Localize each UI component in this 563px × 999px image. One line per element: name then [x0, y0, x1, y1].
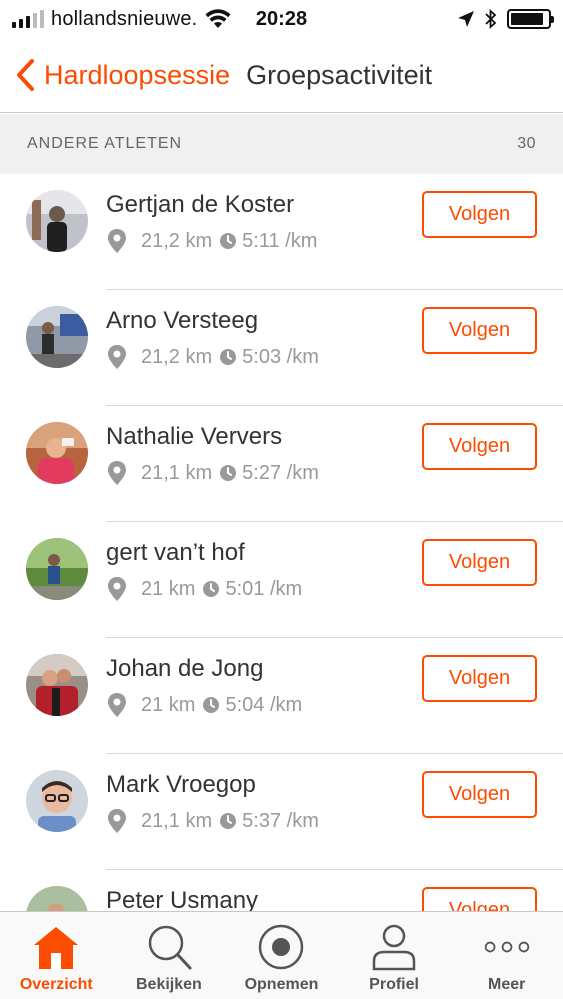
athlete-row[interactable]: Gertjan de Koster 21,2 km 5:11 /km Volge…: [0, 174, 563, 290]
stopwatch-icon: [220, 349, 237, 365]
back-button[interactable]: Hardloopsessie: [14, 58, 230, 92]
pace-value: 5:04 /km: [225, 693, 303, 716]
athlete-name[interactable]: Mark Vroegop: [106, 771, 256, 799]
location-pin-icon: [108, 229, 126, 253]
avatar[interactable]: [26, 886, 88, 911]
athlete-row[interactable]: Arno Versteeg 21,2 km 5:03 /km Volgen: [0, 290, 563, 406]
profile-icon: [370, 923, 418, 971]
athlete-row[interactable]: gert van’t hof 21 km 5:01 /km Volgen: [0, 522, 563, 638]
section-header: ANDERE ATLETEN 30: [0, 114, 563, 174]
athlete-stats: 21,2 km 5:03 /km: [106, 344, 319, 370]
location-pin-icon: [108, 461, 126, 485]
tab-bekijken[interactable]: Bekijken: [113, 912, 226, 999]
tab-bar: Overzicht Bekijken Opnemen Profiel Meer: [0, 911, 563, 999]
location-pin-icon: [108, 577, 126, 601]
location-arrow-icon: [458, 11, 474, 27]
bluetooth-icon: [485, 9, 497, 29]
wifi-icon: [205, 9, 231, 28]
more-icon: [483, 923, 531, 971]
athlete-stats: 21,1 km 5:37 /km: [106, 808, 319, 834]
tab-meer[interactable]: Meer: [450, 912, 563, 999]
page-title: Groepsactiviteit: [246, 59, 433, 90]
back-label: Hardloopsessie: [44, 59, 231, 90]
stopwatch-icon: [203, 697, 220, 713]
tab-label: Bekijken: [135, 976, 202, 993]
athlete-name[interactable]: Nathalie Ververs: [106, 423, 282, 451]
athlete-name[interactable]: Johan de Jong: [106, 655, 263, 683]
tab-label: Profiel: [369, 976, 419, 993]
distance-value: 21 km: [141, 693, 196, 716]
athlete-stats: 21 km 5:01 /km: [106, 576, 302, 602]
avatar[interactable]: [26, 538, 88, 600]
stopwatch-icon: [220, 233, 237, 249]
follow-button[interactable]: Volgen: [422, 191, 537, 238]
athlete-stats: 21,2 km 5:11 /km: [106, 228, 317, 254]
chevron-left-icon: [17, 59, 34, 91]
tab-label: Meer: [487, 976, 526, 993]
status-bar: hollandsnieuwe. 20:28: [0, 0, 563, 38]
avatar[interactable]: [26, 306, 88, 368]
follow-button[interactable]: Volgen: [422, 771, 537, 818]
search-icon: [145, 923, 193, 971]
athlete-name[interactable]: Gertjan de Koster: [106, 191, 294, 219]
follow-button[interactable]: Volgen: [422, 539, 537, 586]
athlete-row[interactable]: Johan de Jong 21 km 5:04 /km Volgen: [0, 638, 563, 754]
distance-value: 21,2 km: [141, 345, 213, 368]
location-pin-icon: [108, 809, 126, 833]
athlete-stats: 21,1 km 5:27 /km: [106, 460, 319, 486]
tab-profiel[interactable]: Profiel: [338, 912, 451, 999]
distance-value: 21,2 km: [141, 229, 213, 252]
record-icon: [257, 923, 305, 971]
stopwatch-icon: [220, 813, 237, 829]
follow-button[interactable]: Volgen: [422, 887, 537, 911]
tab-opnemen[interactable]: Opnemen: [225, 912, 338, 999]
distance-value: 21,1 km: [141, 809, 213, 832]
athlete-name[interactable]: Arno Versteeg: [106, 307, 258, 335]
follow-button[interactable]: Volgen: [422, 423, 537, 470]
pace-value: 5:01 /km: [225, 577, 303, 600]
avatar[interactable]: [26, 422, 88, 484]
follow-button[interactable]: Volgen: [422, 655, 537, 702]
navigation-bar: Hardloopsessie Groepsactiviteit: [0, 38, 563, 113]
stopwatch-icon: [220, 465, 237, 481]
pace-value: 5:37 /km: [242, 809, 319, 832]
home-icon: [32, 923, 80, 971]
location-pin-icon: [108, 693, 126, 717]
stopwatch-icon: [203, 581, 220, 597]
signal-strength-icon: [12, 10, 44, 28]
athlete-name[interactable]: gert van’t hof: [106, 539, 245, 567]
distance-value: 21 km: [141, 577, 196, 600]
tab-label: Opnemen: [244, 976, 319, 993]
athlete-stats: 21 km 5:04 /km: [106, 692, 302, 718]
follow-button[interactable]: Volgen: [422, 307, 537, 354]
tab-label: Overzicht: [19, 976, 93, 993]
location-pin-icon: [108, 345, 126, 369]
pace-value: 5:11 /km: [242, 229, 318, 252]
battery-level: [511, 13, 544, 25]
avatar[interactable]: [26, 770, 88, 832]
athlete-row[interactable]: Peter Usmany Volgen: [0, 870, 563, 911]
athlete-list[interactable]: Gertjan de Koster 21,2 km 5:11 /km Volge…: [0, 174, 563, 911]
athlete-row[interactable]: Nathalie Ververs 21,1 km 5:27 /km Volgen: [0, 406, 563, 522]
pace-value: 5:03 /km: [242, 345, 319, 368]
avatar[interactable]: [26, 190, 88, 252]
athlete-name[interactable]: Peter Usmany: [106, 887, 258, 911]
distance-value: 21,1 km: [141, 461, 213, 484]
battery-icon: [507, 9, 554, 29]
athlete-count: 30: [517, 135, 536, 152]
avatar[interactable]: [26, 654, 88, 716]
carrier-name: hollandsnieuwe.: [51, 7, 198, 30]
pace-value: 5:27 /km: [242, 461, 319, 484]
athlete-row[interactable]: Mark Vroegop 21,1 km 5:37 /km Volgen: [0, 754, 563, 870]
tab-overzicht[interactable]: Overzicht: [0, 912, 113, 999]
section-title: ANDERE ATLETEN: [27, 135, 183, 152]
